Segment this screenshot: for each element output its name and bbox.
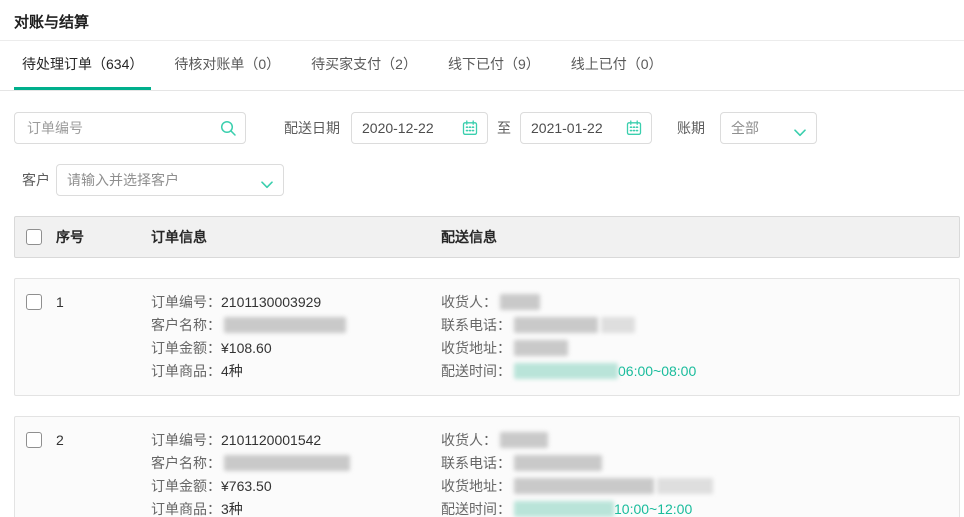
- order-amount-value: ¥763.50: [221, 478, 272, 494]
- customer-name-label: 客户名称：: [151, 455, 221, 471]
- order-no-label: 订单编号：: [151, 294, 221, 310]
- receiver-label: 收货人：: [441, 294, 497, 310]
- delivery-date-label: 配送日期: [284, 120, 340, 136]
- row-checkbox[interactable]: [26, 432, 42, 448]
- chevron-down-icon: [794, 124, 806, 137]
- order-search-box: [14, 112, 246, 144]
- address-label: 收货地址：: [441, 478, 511, 494]
- tab-offline-paid[interactable]: 线下已付（9）: [440, 41, 548, 90]
- customer-select-placeholder: 请输入并选择客户: [67, 172, 179, 188]
- order-info-cell: 订单编号：2101130003929 客户名称： 订单金额：¥108.60 订单…: [151, 291, 441, 383]
- date-range-separator: 至: [497, 120, 511, 136]
- billing-period-value: 全部: [731, 120, 759, 136]
- table-row: 1 订单编号：2101130003929 客户名称： 订单金额：¥108.60 …: [14, 278, 960, 396]
- customer-name-redacted: [224, 455, 350, 471]
- phone-label: 联系电话：: [441, 317, 511, 333]
- delivery-time-redacted: [514, 501, 614, 517]
- select-all-checkbox[interactable]: [26, 229, 42, 245]
- phone-redacted: [514, 455, 602, 471]
- billing-period-select[interactable]: 全部: [720, 112, 817, 144]
- receiver-redacted: [500, 432, 548, 448]
- date-from-value: 2020-12-22: [362, 120, 434, 136]
- order-no-value: 2101130003929: [221, 294, 322, 310]
- customer-label: 客户: [22, 172, 50, 188]
- delivery-time-label: 配送时间：: [441, 363, 511, 379]
- delivery-time-value: 10:00~12:00: [614, 501, 693, 517]
- delivery-time-label: 配送时间：: [441, 501, 511, 517]
- date-from-input[interactable]: 2020-12-22: [351, 112, 488, 144]
- chevron-down-icon: [261, 176, 273, 189]
- delivery-time-redacted: [514, 363, 618, 379]
- billing-period-label: 账期: [677, 120, 705, 136]
- tab-online-paid[interactable]: 线上已付（0）: [563, 41, 671, 90]
- calendar-icon: [462, 120, 478, 136]
- delivery-info-cell: 收货人： 联系电话： 收货地址： 配送时间： 10:00~12:00: [441, 429, 959, 517]
- phone-redacted: [601, 317, 635, 333]
- tab-label: 线下已付（9）: [447, 56, 540, 72]
- tab-bar: 待处理订单（634） 待核对账单（0） 待买家支付（2） 线下已付（9） 线上已…: [0, 41, 964, 91]
- page-header: 对账与结算: [0, 0, 964, 41]
- order-amount-label: 订单金额：: [151, 478, 221, 494]
- address-redacted: [657, 478, 713, 494]
- row-index: 1: [56, 294, 64, 310]
- address-redacted: [514, 340, 568, 356]
- order-info-cell: 订单编号：2101120001542 客户名称： 订单金额：¥763.50 订单…: [151, 429, 441, 517]
- delivery-time-value: 06:00~08:00: [618, 363, 697, 379]
- tab-pending-statements[interactable]: 待核对账单（0）: [166, 41, 288, 90]
- column-header-order-info: 订单信息: [151, 229, 207, 245]
- customer-name-redacted: [224, 317, 346, 333]
- reconciliation-settlement-page: 对账与结算 待处理订单（634） 待核对账单（0） 待买家支付（2） 线下已付（…: [0, 0, 964, 517]
- order-goods-label: 订单商品：: [151, 363, 221, 379]
- order-goods-label: 订单商品：: [151, 501, 221, 517]
- filter-panel: 配送日期 2020-12-22 至 2021-01-22: [0, 91, 964, 196]
- table-row: 2 订单编号：2101120001542 客户名称： 订单金额：¥763.50 …: [14, 416, 960, 517]
- tab-label: 待处理订单（634）: [22, 56, 144, 72]
- date-to-input[interactable]: 2021-01-22: [520, 112, 652, 144]
- tab-label: 待核对账单（0）: [174, 56, 281, 72]
- order-goods-value: 3种: [221, 501, 243, 517]
- order-search-input[interactable]: [14, 112, 246, 144]
- filter-row-2: 客户 请输入并选择客户: [14, 164, 950, 196]
- column-header-index: 序号: [56, 229, 84, 245]
- tab-label: 线上已付（0）: [570, 56, 663, 72]
- row-index: 2: [56, 432, 64, 448]
- order-amount-label: 订单金额：: [151, 340, 221, 356]
- table-header: 序号 订单信息 配送信息: [14, 216, 960, 258]
- tab-label: 待买家支付（2）: [311, 56, 417, 72]
- filter-row-1: 配送日期 2020-12-22 至 2021-01-22: [14, 112, 950, 144]
- search-icon[interactable]: [219, 119, 237, 137]
- row-checkbox[interactable]: [26, 294, 42, 310]
- order-goods-value: 4种: [221, 363, 243, 379]
- customer-name-label: 客户名称：: [151, 317, 221, 333]
- delivery-info-cell: 收货人： 联系电话： 收货地址： 配送时间： 06:00~08:00: [441, 291, 959, 383]
- orders-table: 序号 订单信息 配送信息 1 订单编号：2101130003929 客户名称： …: [14, 216, 960, 517]
- tab-awaiting-buyer-payment[interactable]: 待买家支付（2）: [303, 41, 425, 90]
- date-to-value: 2021-01-22: [531, 120, 603, 136]
- receiver-label: 收货人：: [441, 432, 497, 448]
- address-redacted: [514, 478, 654, 494]
- receiver-redacted: [500, 294, 540, 310]
- address-label: 收货地址：: [441, 340, 511, 356]
- column-header-delivery-info: 配送信息: [441, 229, 497, 245]
- tab-pending-orders[interactable]: 待处理订单（634）: [14, 41, 152, 90]
- phone-label: 联系电话：: [441, 455, 511, 471]
- calendar-icon: [626, 120, 642, 136]
- page-title: 对账与结算: [14, 14, 90, 31]
- order-amount-value: ¥108.60: [221, 340, 272, 356]
- phone-redacted: [514, 317, 598, 333]
- order-no-label: 订单编号：: [151, 432, 221, 448]
- order-no-value: 2101120001542: [221, 432, 322, 448]
- customer-select[interactable]: 请输入并选择客户: [56, 164, 284, 196]
